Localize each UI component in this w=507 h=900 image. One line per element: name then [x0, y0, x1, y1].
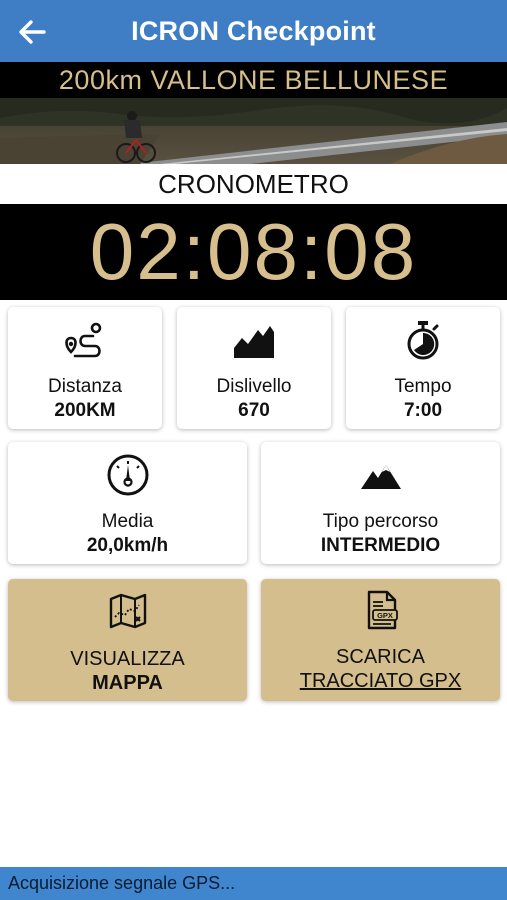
stat-card-route-type: Tipo percorso INTERMEDIO	[261, 442, 500, 564]
gps-status-bar: Acquisizione segnale GPS...	[0, 867, 507, 900]
gps-status-text: Acquisizione segnale GPS...	[8, 873, 236, 893]
route-type-label: Tipo percorso	[322, 511, 439, 532]
map-icon	[109, 589, 147, 633]
elevation-label: Dislivello	[216, 376, 292, 397]
back-button[interactable]	[14, 14, 50, 50]
event-name: 200km VALLONE BELLUNESE	[0, 62, 507, 98]
route-icon	[63, 317, 107, 363]
mountain-icon	[359, 454, 403, 498]
page-title: ICRON Checkpoint	[131, 15, 376, 46]
gpx-file-icon: GPX	[361, 587, 401, 633]
chrono-label: CRONOMETRO	[0, 164, 507, 204]
stopwatch-icon	[403, 317, 443, 363]
stat-card-distance: Distanza 200KM	[8, 307, 162, 429]
view-map-button[interactable]: VISUALIZZA MAPPA	[8, 579, 247, 701]
stat-card-time: Tempo 7:00	[346, 307, 500, 429]
elevation-value: 670	[238, 400, 270, 421]
speedometer-icon	[106, 452, 150, 498]
average-label: Media	[101, 511, 154, 532]
app-header: ICRON Checkpoint	[0, 0, 507, 62]
stat-card-elevation: Dislivello 670	[177, 307, 331, 429]
view-map-line1: VISUALIZZA	[70, 648, 185, 670]
download-gpx-line1: SCARICA	[336, 646, 425, 668]
hero-image	[0, 98, 507, 164]
stat-card-average: Media 20,0km/h	[8, 442, 247, 564]
chrono-value: 02:08:08	[89, 207, 418, 296]
time-value: 7:00	[403, 400, 443, 421]
average-value: 20,0km/h	[86, 535, 169, 556]
arrow-left-icon	[19, 20, 46, 44]
svg-text:GPX: GPX	[377, 611, 393, 620]
route-type-value: INTERMEDIO	[320, 535, 441, 556]
chrono-display: 02:08:08	[0, 204, 507, 300]
elevation-icon	[232, 317, 276, 363]
download-gpx-button[interactable]: GPX SCARICA TRACCIATO GPX	[261, 579, 500, 701]
distance-value: 200KM	[54, 400, 116, 421]
time-label: Tempo	[394, 376, 452, 397]
download-gpx-link[interactable]: TRACCIATO GPX	[300, 669, 462, 693]
distance-label: Distanza	[48, 376, 122, 397]
view-map-line2: MAPPA	[92, 672, 163, 694]
